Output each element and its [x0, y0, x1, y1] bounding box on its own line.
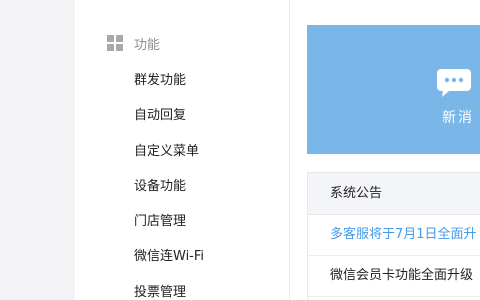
sidebar-item-auto-reply[interactable]: 自动回复: [134, 104, 186, 123]
notice-item[interactable]: 微信会员卡功能全面升级: [308, 256, 480, 297]
sidebar-item-store[interactable]: 门店管理: [134, 210, 186, 229]
grid-icon: [107, 35, 123, 51]
sidebar-section-title: 功能: [134, 37, 161, 53]
notice-item-link[interactable]: 多客服将于7月1日全面升: [308, 215, 480, 256]
banner-label: 新消: [442, 110, 474, 126]
system-notice-panel: 系统公告 多客服将于7月1日全面升 微信会员卡功能全面升级: [307, 172, 480, 300]
new-message-banner[interactable]: 新消: [307, 25, 480, 154]
notice-title: 系统公告: [308, 173, 480, 215]
sidebar-item-custom-menu[interactable]: 自定义菜单: [134, 140, 199, 159]
sidebar-item-wifi[interactable]: 微信连Wi-Fi: [134, 245, 204, 264]
chat-bubble-icon: [437, 69, 471, 97]
sidebar-section-header: 功能: [107, 34, 161, 53]
sidebar-item-mass-send[interactable]: 群发功能: [134, 69, 186, 88]
sidebar-item-device[interactable]: 设备功能: [134, 175, 186, 194]
sidebar-item-vote[interactable]: 投票管理: [134, 281, 186, 300]
